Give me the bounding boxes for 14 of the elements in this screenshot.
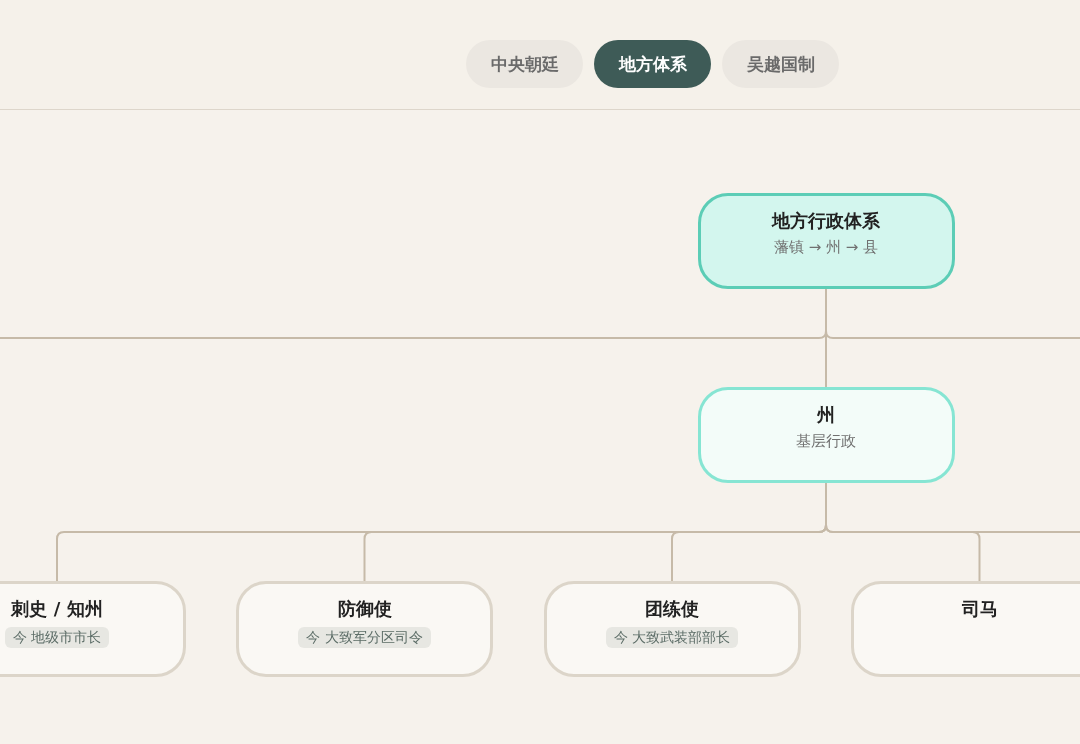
node-title: 司马 <box>961 597 998 621</box>
node-title: 刺史 / 知州 <box>11 597 103 621</box>
tab[interactable]: 吴越国制 <box>722 40 839 88</box>
modern-equivalent-tag: 今 大致军分区司令 <box>298 627 431 648</box>
node-title: 团练使 <box>645 597 699 621</box>
node-title: 州 <box>817 403 835 427</box>
node-title: 地方行政体系 <box>772 209 880 233</box>
node-subtitle: 藩镇 → 州 → 县 <box>773 237 879 257</box>
tab[interactable]: 中央朝廷 <box>466 40 583 88</box>
node-subtitle: 基层行政 <box>796 431 856 451</box>
modern-equivalent-tag: 今 地级市市长 <box>4 627 110 648</box>
tab[interactable]: 地方体系 <box>594 40 711 88</box>
modern-equivalent-tag: 今 大致武装部部长 <box>605 627 739 648</box>
node-title: 防御使 <box>337 597 392 621</box>
